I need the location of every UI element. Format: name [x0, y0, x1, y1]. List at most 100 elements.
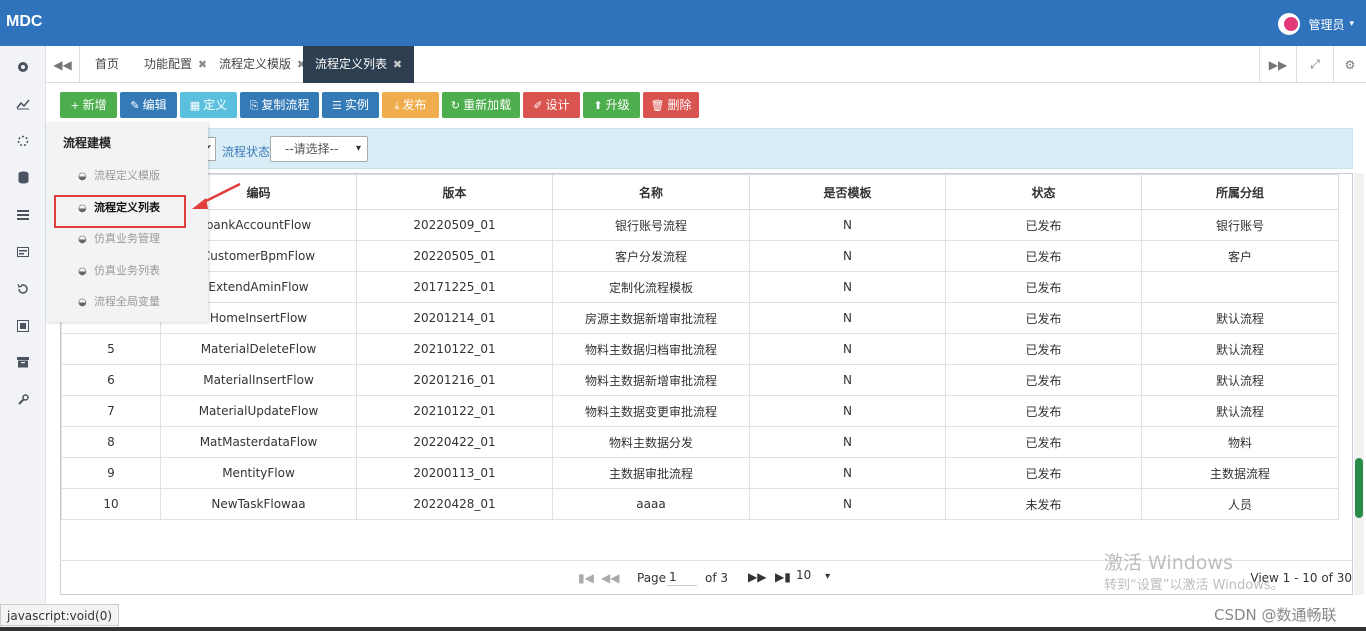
spinner-icon[interactable] [0, 122, 46, 159]
scrollbar-track[interactable] [1354, 173, 1364, 595]
upgrade-button[interactable]: ⬆ 升级 [583, 92, 640, 118]
button-label: 实例 [344, 98, 369, 112]
tab-prev-icon[interactable]: ◀◀ [46, 46, 80, 83]
table-row[interactable]: 4HomeInsertFlow20201214_01房源主数据新增审批流程N已发… [61, 302, 1339, 334]
table-cell: 主数据审批流程 [552, 457, 750, 489]
user-name[interactable]: 管理员 [1308, 16, 1344, 33]
status-select[interactable]: --请选择-- ▾ [270, 136, 368, 162]
flyout-item[interactable]: ◒ 仿真业务管理 [64, 228, 204, 250]
brand-logo[interactable]: MDC [6, 13, 42, 31]
table-cell: N [749, 271, 946, 303]
column-header[interactable]: 版本 [356, 174, 553, 210]
flyout-item[interactable]: ◒ 流程定义模版 [64, 165, 204, 187]
gear-icon[interactable]: ⚙ [1333, 46, 1366, 83]
column-header[interactable]: 是否模板 [749, 174, 946, 210]
table-row[interactable]: 1bankAccountFlow20220509_01银行账号流程N已发布银行账… [61, 209, 1339, 241]
leaf-icon: ◒ [78, 265, 87, 277]
publish-button[interactable]: ⤓ 发布 [382, 92, 439, 118]
chart-icon[interactable] [0, 85, 46, 122]
table-row[interactable]: 6 MaterialInsertFlow 20201216_01 物料主数据新增审批流… [61, 364, 1339, 396]
archive-icon[interactable] [0, 344, 46, 381]
chevron-down-icon[interactable]: ▾ [356, 137, 361, 161]
rows-per-page-value: 10 [796, 568, 812, 582]
tab-next-icon[interactable]: ▶▶ [1259, 46, 1296, 83]
table-cell: 物料主数据分发 [552, 426, 750, 458]
tab-function-config[interactable]: 功能配置 ✖ [144, 46, 207, 83]
table-row[interactable]: 10 NewTaskFlowaa 20220428_01 aaaa N 未发布 人员 [61, 488, 1339, 520]
add-button[interactable]: + 新增 [60, 92, 117, 118]
flyout-item[interactable]: ◒ 流程全局变量 [64, 291, 204, 313]
last-page-icon[interactable]: ▶▮ [775, 570, 791, 584]
instance-button[interactable]: ☰ 实例 [322, 92, 379, 118]
table-cell: 客户分发流程 [552, 240, 750, 272]
design-button[interactable]: ✐ 设计 [523, 92, 580, 118]
define-button[interactable]: ▦ 定义 [180, 92, 237, 118]
prev-page-icon[interactable]: ◀◀ [601, 571, 619, 585]
table-row[interactable]: 9 MentityFlow 20200113_01 主数据审批流程 N 已发布 主数据流程 [61, 457, 1339, 489]
reload-button[interactable]: ↻ 重新加载 [442, 92, 520, 118]
activation-watermark-title: 激活 Windows [1104, 552, 1233, 574]
tab-flow-template[interactable]: 流程定义模版 ✖ [219, 46, 306, 83]
first-page-icon[interactable]: ▮◀ [578, 571, 594, 585]
table-cell: 主数据流程 [1141, 457, 1339, 489]
delete-button[interactable]: 🗑 删除 [643, 92, 699, 118]
tab-label: 流程定义模版 [219, 57, 292, 71]
top-header: MDC 管理员 ▾ [0, 0, 1366, 46]
column-header[interactable]: 所属分组 [1141, 174, 1339, 210]
table-cell: 默认流程 [1141, 395, 1339, 427]
table-cell: 20210122_01 [356, 395, 553, 427]
table-cell: NewTaskFlowaa [160, 488, 357, 520]
next-page-icon[interactable]: ▶▶ [748, 570, 766, 584]
table-cell: N [749, 457, 946, 489]
close-icon[interactable]: ✖ [198, 58, 207, 71]
film-icon[interactable] [0, 307, 46, 344]
user-menu[interactable]: 管理员 ▾ [1278, 12, 1354, 36]
dashboard-icon[interactable] [0, 48, 46, 85]
database-icon[interactable] [0, 159, 46, 196]
edit-icon: ✎ [130, 99, 140, 112]
table-cell: 已发布 [945, 302, 1142, 334]
avatar[interactable] [1278, 13, 1301, 35]
table-row[interactable]: 5 MaterialDeleteFlow 20210122_01 物料主数据归档审批流… [61, 333, 1339, 365]
edit-button[interactable]: ✎ 编辑 [120, 92, 177, 118]
table-row[interactable]: 7 MaterialUpdateFlow 20210122_01 物料主数据变更审批流… [61, 395, 1339, 427]
fullscreen-icon[interactable]: ⤢ [1296, 46, 1333, 83]
close-icon[interactable]: ✖ [393, 58, 402, 71]
flyout-item-label: 流程全局变量 [94, 295, 160, 308]
table-cell: 已发布 [945, 333, 1142, 365]
column-header[interactable]: 名称 [552, 174, 750, 210]
card-icon[interactable] [0, 233, 46, 270]
page-input[interactable] [667, 568, 697, 586]
table-cell: 20210122_01 [356, 333, 553, 365]
table-row[interactable]: 8 MatMasterdataFlow 20220422_01 物料主数据分发 N 已发布… [61, 426, 1339, 458]
table-cell: 已发布 [945, 364, 1142, 396]
table-cell: 9 [61, 457, 161, 489]
table-cell: N [749, 395, 946, 427]
csdn-watermark: CSDN @数通畅联 [1214, 606, 1337, 624]
tab-bar: ◀◀ 首页 功能配置 ✖ 流程定义模版 ✖ 流程定义列表 ✖ ▶▶ ⤢ ⚙ [46, 46, 1366, 83]
scrollbar-thumb[interactable] [1355, 458, 1363, 518]
wrench-icon[interactable] [0, 381, 46, 418]
flyout-item-label: 仿真业务管理 [94, 232, 160, 245]
history-icon[interactable] [0, 270, 46, 307]
copy-flow-button[interactable]: ⎘ 复制流程 [240, 92, 319, 118]
table-cell: 客户 [1141, 240, 1339, 272]
flyout-item[interactable]: ◒ 仿真业务列表 [64, 260, 204, 282]
column-header[interactable]: 状态 [945, 174, 1142, 210]
table-cell: 20220428_01 [356, 488, 553, 520]
rows-per-page-select[interactable]: 10 ▾ [796, 568, 836, 586]
table-cell: MentityFlow [160, 457, 357, 489]
table-cell: 20201214_01 [356, 302, 553, 334]
table-row[interactable]: 3ExtendAminFlow20171225_01定制化流程模板N已发布 [61, 271, 1339, 303]
tab-flow-list[interactable]: 流程定义列表 ✖ [303, 46, 415, 83]
bottom-edge [0, 627, 1366, 631]
delete-icon: 🗑 [650, 99, 665, 112]
table-cell: 定制化流程模板 [552, 271, 750, 303]
list-icon[interactable] [0, 196, 46, 233]
chevron-down-icon[interactable]: ▾ [1349, 19, 1354, 29]
status-select-value: --请选择-- [285, 142, 339, 156]
tab-home[interactable]: 首页 [95, 46, 119, 83]
button-label: 升级 [605, 98, 630, 112]
table-row[interactable]: 2CustomerBpmFlow20220505_01客户分发流程N已发布客户 [61, 240, 1339, 272]
chevron-down-icon[interactable]: ▾ [825, 571, 830, 582]
